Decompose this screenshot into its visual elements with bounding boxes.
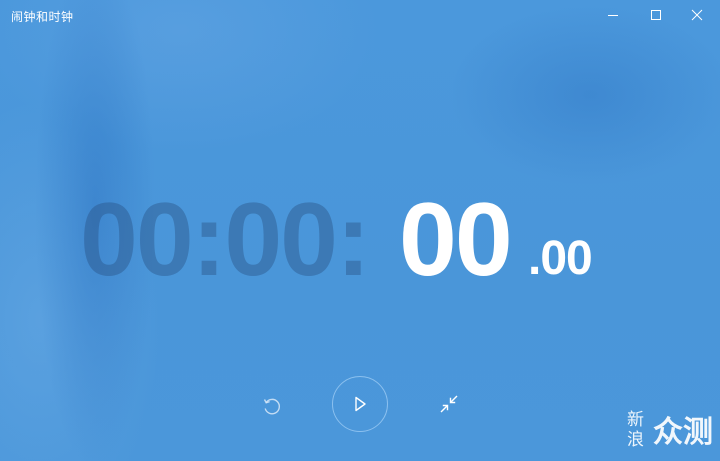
elapsed-seconds: 00 [399, 182, 513, 298]
stopwatch-display: 00:00: 00 .00 [0, 180, 720, 300]
compact-overlay-icon [440, 395, 458, 413]
start-button[interactable] [332, 376, 388, 432]
minimize-icon [608, 15, 618, 16]
title-bar[interactable]: 闹钟和时钟 [0, 0, 720, 32]
watermark: 新浪 众测 [627, 410, 717, 456]
stopwatch-controls [0, 370, 720, 440]
watermark-small-text: 新浪 [627, 410, 644, 450]
elapsed-hundredths: .00 [528, 232, 593, 285]
app-title: 闹钟和时钟 [11, 10, 74, 24]
app-window: 闹钟和时钟 00:00: 00 .00 新浪 众测 [0, 0, 720, 461]
reset-icon [263, 398, 280, 415]
maximize-icon [651, 10, 661, 20]
minimize-button[interactable] [590, 0, 636, 30]
watermark-big-text: 众测 [653, 415, 713, 450]
reset-button[interactable] [255, 389, 289, 423]
maximize-button[interactable] [633, 0, 679, 30]
close-button[interactable] [674, 0, 720, 30]
compact-overlay-button[interactable] [432, 387, 466, 421]
close-icon [691, 9, 703, 21]
play-icon [355, 396, 366, 412]
elapsed-hours-minutes: 00:00: [80, 182, 371, 298]
